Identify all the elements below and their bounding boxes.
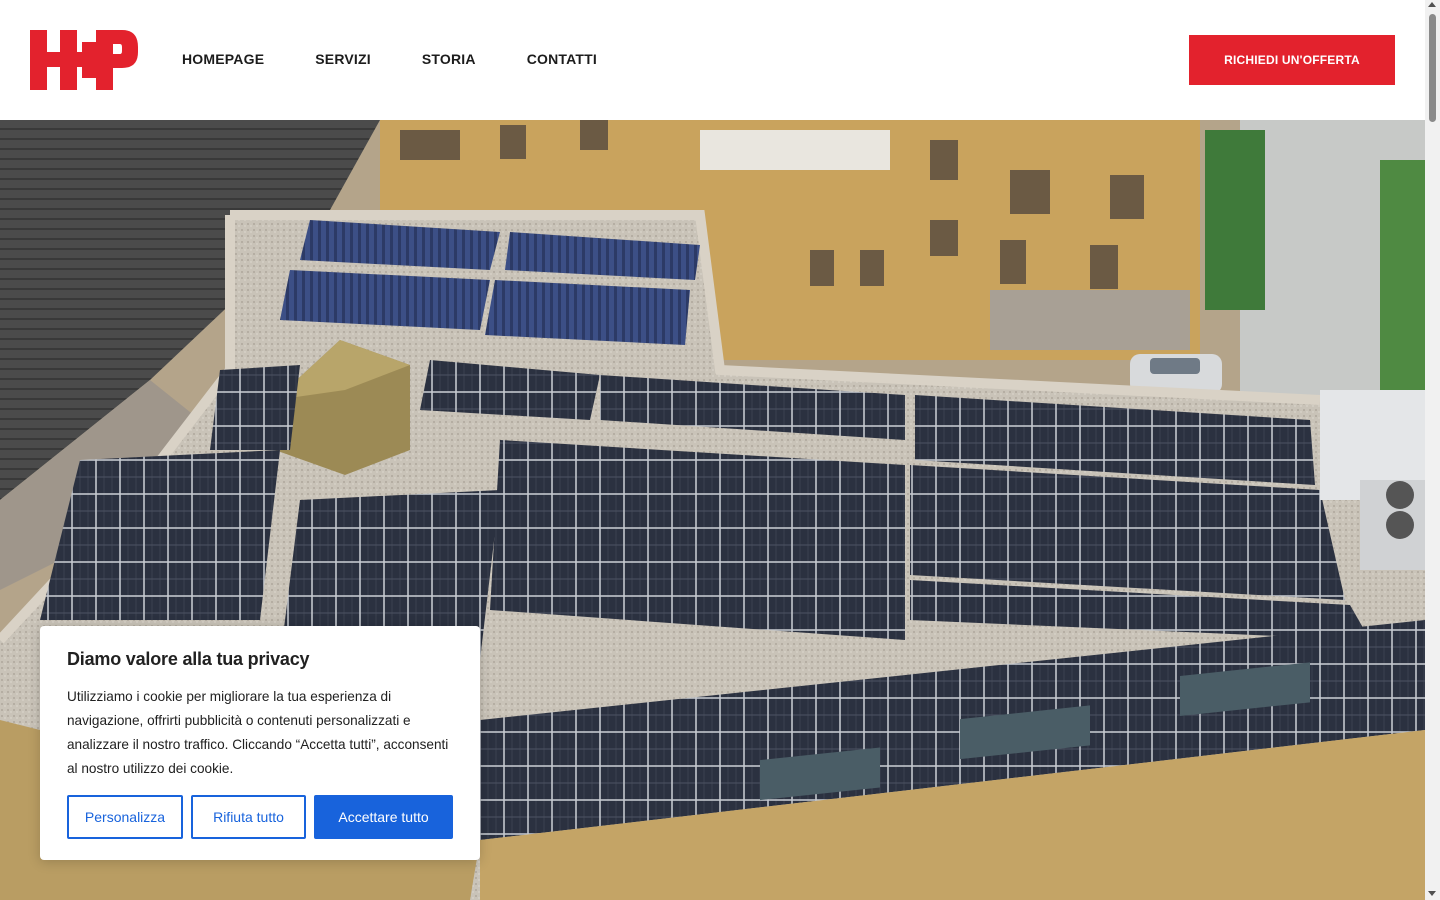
hp-logo[interactable] (30, 30, 138, 90)
cookie-consent-banner: Diamo valore alla tua privacy Utilizziam… (40, 626, 480, 860)
page-scrollbar[interactable] (1425, 0, 1440, 900)
request-offer-button[interactable]: RICHIEDI UN'OFFERTA (1189, 35, 1395, 85)
scroll-up-arrow-icon[interactable] (1428, 2, 1436, 7)
cookie-customize-button[interactable]: Personalizza (67, 795, 183, 839)
cookie-accept-button[interactable]: Accettare tutto (314, 795, 453, 839)
main-nav: HOMEPAGE SERVIZI STORIA CONTATTI (182, 48, 648, 70)
nav-storia[interactable]: STORIA (422, 48, 476, 70)
nav-contatti[interactable]: CONTATTI (527, 48, 597, 70)
scroll-down-arrow-icon[interactable] (1428, 891, 1436, 896)
nav-homepage[interactable]: HOMEPAGE (182, 48, 264, 70)
cookie-buttons: Personalizza Rifiuta tutto Accettare tut… (67, 795, 453, 839)
cookie-text: Utilizziamo i cookie per migliorare la t… (67, 689, 449, 776)
nav-servizi[interactable]: SERVIZI (315, 48, 371, 70)
site-header: HOMEPAGE SERVIZI STORIA CONTATTI RICHIED… (0, 0, 1425, 120)
cookie-reject-button[interactable]: Rifiuta tutto (191, 795, 306, 839)
scroll-thumb[interactable] (1429, 14, 1436, 122)
cookie-title: Diamo valore alla tua privacy (67, 649, 310, 669)
